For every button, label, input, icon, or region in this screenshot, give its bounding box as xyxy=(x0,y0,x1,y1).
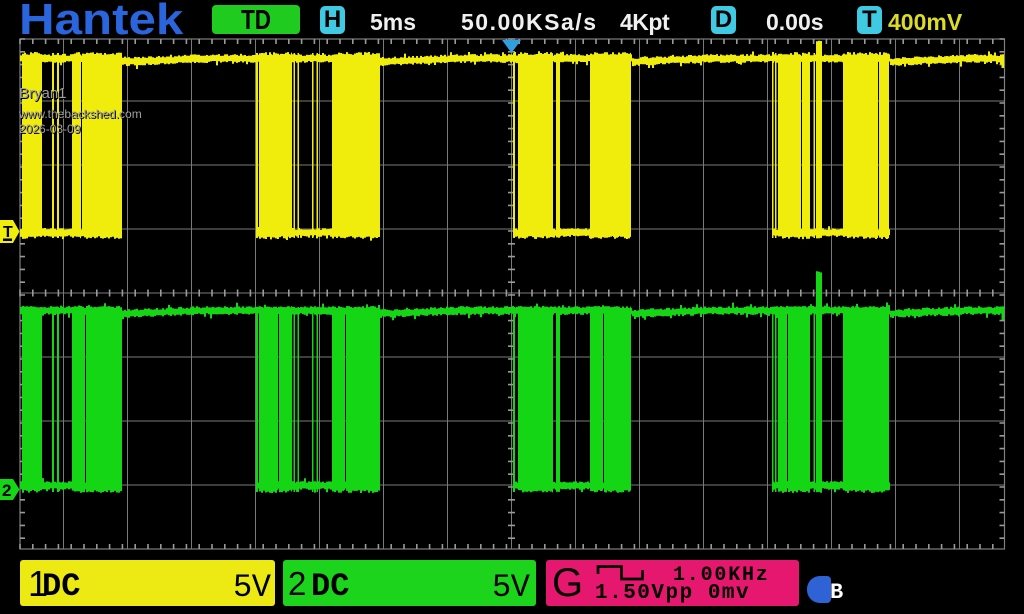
svg-text:T: T xyxy=(3,224,13,241)
svg-text:2: 2 xyxy=(2,481,11,500)
